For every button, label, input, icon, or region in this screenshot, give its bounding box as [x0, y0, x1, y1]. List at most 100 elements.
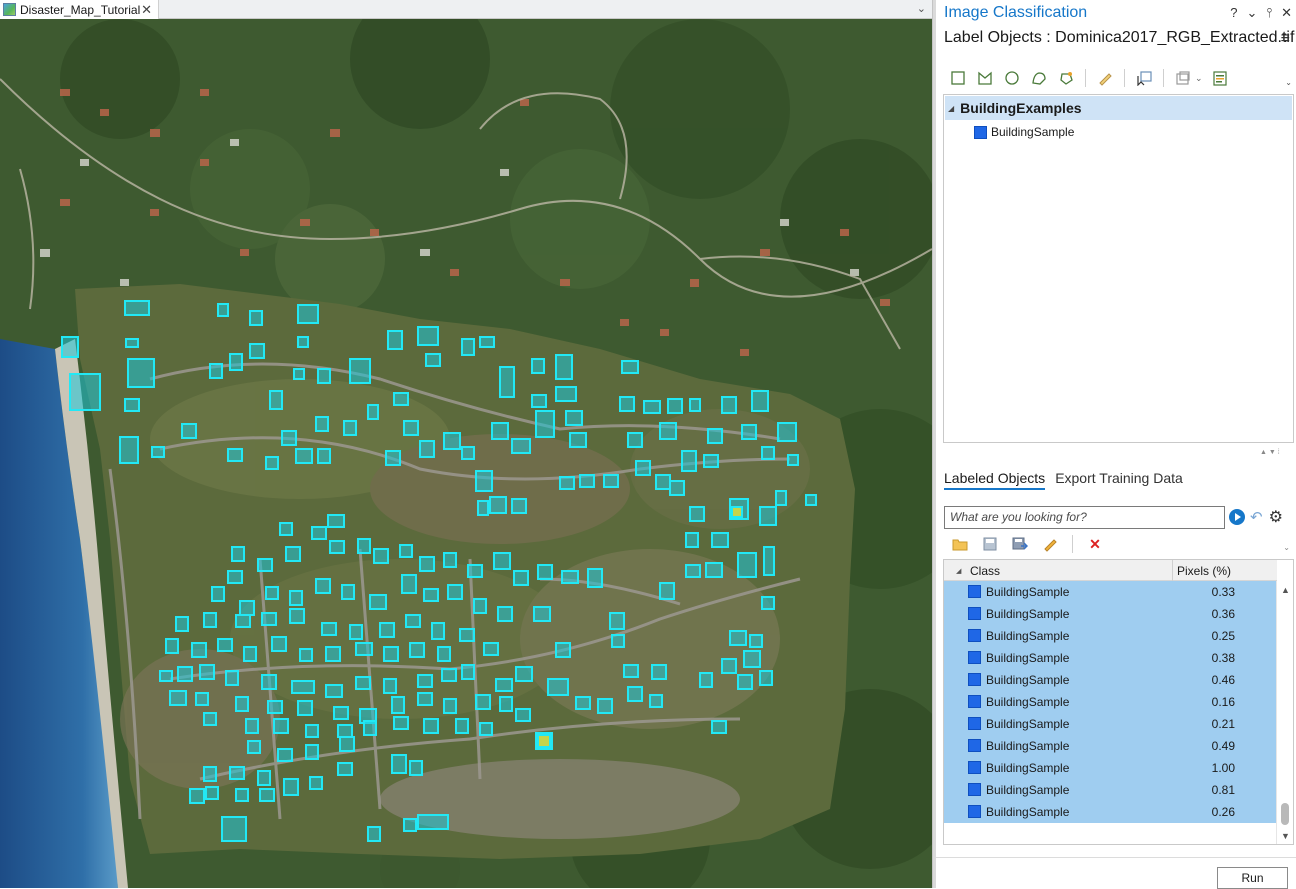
search-go-icon[interactable]	[1229, 509, 1245, 525]
polygon-icon[interactable]	[975, 68, 995, 88]
column-divider[interactable]	[1172, 560, 1173, 581]
table-row[interactable]: BuildingSample 0.36	[944, 603, 1277, 625]
table-row[interactable]: BuildingSample 0.16	[944, 691, 1277, 713]
row-class: BuildingSample	[986, 783, 1070, 797]
select-icon[interactable]	[1134, 68, 1154, 88]
labeling-toolbar: ⌄ ⌄	[948, 66, 1292, 90]
class-color-swatch	[968, 761, 981, 774]
toolbar-overflow-icon[interactable]: ⌄	[1285, 78, 1292, 87]
menu-icon[interactable]: ≡	[1281, 30, 1290, 48]
class-color-swatch	[968, 585, 981, 598]
toolbar-separator	[1072, 535, 1073, 553]
class-color-swatch	[974, 125, 987, 139]
row-class: BuildingSample	[986, 651, 1070, 665]
close-icon[interactable]: ✕	[141, 2, 152, 18]
toolbar-overflow-icon[interactable]: ⌄	[1283, 543, 1290, 552]
chevron-down-icon[interactable]: ⌄	[1195, 73, 1203, 84]
schema-parent-row[interactable]: ◢ BuildingExamples	[945, 96, 1292, 120]
table-row[interactable]: BuildingSample 0.81	[944, 779, 1277, 801]
toolbar-separator	[1163, 69, 1164, 87]
tab-export-training-data[interactable]: Export Training Data	[1055, 470, 1183, 488]
map-view[interactable]: Disaster_Map_Tutorial ✕ ⌄	[0, 0, 932, 888]
save-as-icon[interactable]	[1010, 534, 1030, 554]
open-folder-icon[interactable]	[950, 534, 970, 554]
delete-icon[interactable]: ✕	[1085, 534, 1105, 554]
options-chevron-icon[interactable]: ⌄	[1247, 5, 1258, 21]
row-class: BuildingSample	[986, 673, 1070, 687]
scroll-up-icon[interactable]: ▲	[1281, 585, 1290, 595]
schema-class-label: BuildingSample	[991, 125, 1075, 139]
schema-class-row[interactable]: BuildingSample	[974, 123, 1074, 141]
schema-parent-label: BuildingExamples	[960, 100, 1082, 116]
gear-icon[interactable]: ⚙	[1269, 507, 1283, 527]
scroll-down-icon[interactable]: ▼	[1281, 831, 1290, 841]
row-pixels: 0.25	[1211, 629, 1235, 643]
table-row[interactable]: BuildingSample 0.49	[944, 735, 1277, 757]
row-pixels: 0.26	[1211, 805, 1235, 819]
map-tab[interactable]: Disaster_Map_Tutorial ✕	[0, 0, 159, 19]
label-image-icon[interactable]	[1173, 68, 1193, 88]
chevron-down-icon[interactable]: ⌄	[917, 2, 926, 15]
table-row[interactable]: BuildingSample 1.00	[944, 757, 1277, 779]
table-row[interactable]: BuildingSample 0.25	[944, 625, 1277, 647]
splitter-grip-icon[interactable]: ▲ ▼ ⁞	[1260, 449, 1280, 456]
row-class: BuildingSample	[986, 695, 1070, 709]
search-input[interactable]	[944, 505, 1225, 529]
close-icon[interactable]: ✕	[1281, 5, 1292, 21]
row-pixels: 0.46	[1211, 673, 1235, 687]
class-color-swatch	[968, 695, 981, 708]
row-pixels: 0.16	[1211, 695, 1235, 709]
column-header-pixels[interactable]: Pixels (%)	[1177, 564, 1231, 578]
row-pixels: 0.33	[1211, 585, 1235, 599]
class-color-swatch	[968, 651, 981, 664]
row-class: BuildingSample	[986, 629, 1070, 643]
panel-title-controls: ? ⌄ ⫯ ✕	[1230, 5, 1292, 21]
rectangle-icon[interactable]	[948, 68, 968, 88]
table-row[interactable]: BuildingSample 0.21	[944, 713, 1277, 735]
table-header: ◢ Class Pixels (%)	[944, 560, 1277, 581]
row-pixels: 0.36	[1211, 607, 1235, 621]
map-icon	[3, 3, 16, 16]
class-color-swatch	[968, 629, 981, 642]
map-canvas[interactable]	[0, 19, 932, 888]
collapse-caret-icon[interactable]: ◢	[948, 104, 954, 113]
toolbar-separator	[1085, 69, 1086, 87]
class-color-swatch	[968, 783, 981, 796]
properties-icon[interactable]	[1210, 68, 1230, 88]
pin-icon[interactable]: ⫯	[1266, 5, 1272, 21]
circle-icon[interactable]	[1002, 68, 1022, 88]
edit-pencil-icon[interactable]	[1040, 534, 1060, 554]
table-row[interactable]: BuildingSample 0.33	[944, 581, 1277, 603]
row-class: BuildingSample	[986, 585, 1070, 599]
labeled-objects-table: ◢ Class Pixels (%) BuildingSample 0.33 Bu…	[943, 559, 1294, 845]
table-row[interactable]: BuildingSample 0.46	[944, 669, 1277, 691]
toolbar-separator	[1124, 69, 1125, 87]
auto-detect-icon[interactable]	[1056, 68, 1076, 88]
row-pixels: 0.38	[1211, 651, 1235, 665]
row-class: BuildingSample	[986, 607, 1070, 621]
freehand-icon[interactable]	[1029, 68, 1049, 88]
segment-picker-icon[interactable]	[1095, 68, 1115, 88]
row-class: BuildingSample	[986, 739, 1070, 753]
class-color-swatch	[968, 739, 981, 752]
class-color-swatch	[968, 607, 981, 620]
row-pixels: 0.21	[1211, 717, 1235, 731]
tab-labeled-objects[interactable]: Labeled Objects	[944, 470, 1046, 490]
column-header-class[interactable]: Class	[970, 564, 1000, 578]
scroll-thumb[interactable]	[1281, 803, 1289, 825]
panel-subtitle: Label Objects : Dominica2017_RGB_Extract…	[944, 29, 1295, 46]
run-button[interactable]: Run	[1217, 867, 1288, 889]
row-pixels: 0.81	[1211, 783, 1235, 797]
save-icon[interactable]	[980, 534, 1000, 554]
table-row[interactable]: BuildingSample 0.38	[944, 647, 1277, 669]
table-body: BuildingSample 0.33 BuildingSample 0.36 Bu…	[944, 581, 1277, 823]
classification-schema-tree: ◢ BuildingExamples BuildingSample	[943, 94, 1294, 443]
table-scrollbar[interactable]: ▲ ▼	[1276, 581, 1293, 844]
help-icon[interactable]: ?	[1230, 5, 1237, 21]
panel-footer: Run	[936, 857, 1296, 889]
row-pixels: 1.00	[1211, 761, 1235, 775]
undo-icon[interactable]: ↶	[1250, 508, 1263, 526]
sort-corner-icon[interactable]: ◢	[956, 567, 961, 575]
panel-tabs: Labeled Objects Export Training Data	[944, 470, 1183, 492]
table-row[interactable]: BuildingSample 0.26	[944, 801, 1277, 823]
